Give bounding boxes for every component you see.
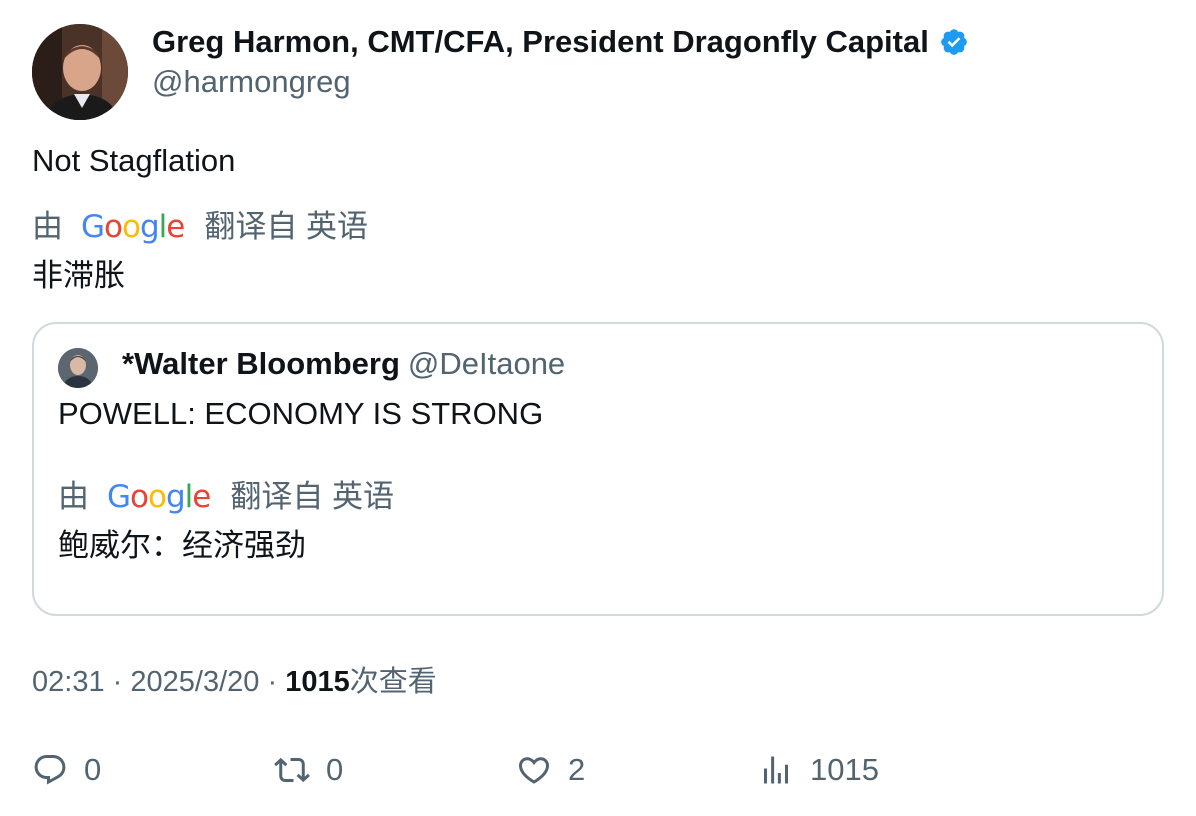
author-name[interactable]: Greg Harmon, CMT/CFA, President Dragonfl… — [152, 22, 969, 62]
reply-count: 0 — [84, 752, 102, 787]
views-action-count: 1015 — [810, 752, 879, 787]
retweet-button[interactable]: 0 — [274, 748, 343, 792]
quote-author-handle[interactable]: @DeItaone — [408, 346, 565, 381]
quote-text: POWELL: ECONOMY IS STRONG — [58, 396, 544, 431]
analytics-icon — [764, 756, 788, 784]
google-logo: Google — [107, 479, 211, 515]
reply-icon — [34, 755, 66, 785]
quote-translated-from-label: 翻译自 英语 — [230, 479, 394, 514]
google-logo: Google — [81, 209, 185, 245]
quote-translation-attribution: 由 Google 翻译自 英语 — [58, 477, 394, 517]
views-label: 次查看 — [349, 666, 437, 698]
meta-separator: · — [112, 666, 123, 698]
verified-badge-icon[interactable] — [939, 27, 969, 57]
tweet-time[interactable]: 02:31 — [32, 666, 105, 698]
translated-from-label: 翻译自 英语 — [204, 209, 368, 244]
tweet-text: Not Stagflation — [32, 143, 236, 178]
retweet-icon — [274, 757, 310, 783]
retweet-count: 0 — [326, 752, 344, 787]
heart-icon — [518, 757, 550, 784]
quote-author-avatar[interactable] — [58, 348, 98, 388]
translated-by-label: 由 — [32, 209, 63, 244]
tweet-meta: 02:31 · 2025/3/20 · 1015次查看 — [32, 662, 437, 702]
translation-attribution: 由 Google 翻译自 英语 — [32, 207, 368, 247]
author-handle[interactable]: @harmongreg — [152, 62, 351, 102]
meta-separator: · — [267, 666, 278, 698]
author-name-text[interactable]: Greg Harmon, CMT/CFA, President Dragonfl… — [152, 22, 929, 62]
author-avatar[interactable] — [32, 24, 128, 120]
quote-author[interactable]: *Walter Bloomberg @DeItaone — [122, 344, 565, 384]
quote-translated-by-label: 由 — [58, 479, 89, 514]
like-count: 2 — [568, 752, 586, 787]
quote-author-name[interactable]: *Walter Bloomberg — [122, 346, 400, 381]
like-button[interactable]: 2 — [516, 748, 585, 792]
tweet-translated-text: 非滞胀 — [32, 258, 125, 294]
views-count: 1015 — [285, 666, 350, 698]
tweet-date[interactable]: 2025/3/20 — [130, 666, 259, 698]
quoted-tweet-card[interactable]: *Walter Bloomberg @DeItaone POWELL: ECONO… — [32, 322, 1164, 616]
views-button[interactable]: 1015 — [758, 748, 879, 792]
reply-button[interactable]: 0 — [32, 748, 101, 792]
quote-translated-text: 鲍威尔：经济强劲 — [58, 528, 306, 564]
